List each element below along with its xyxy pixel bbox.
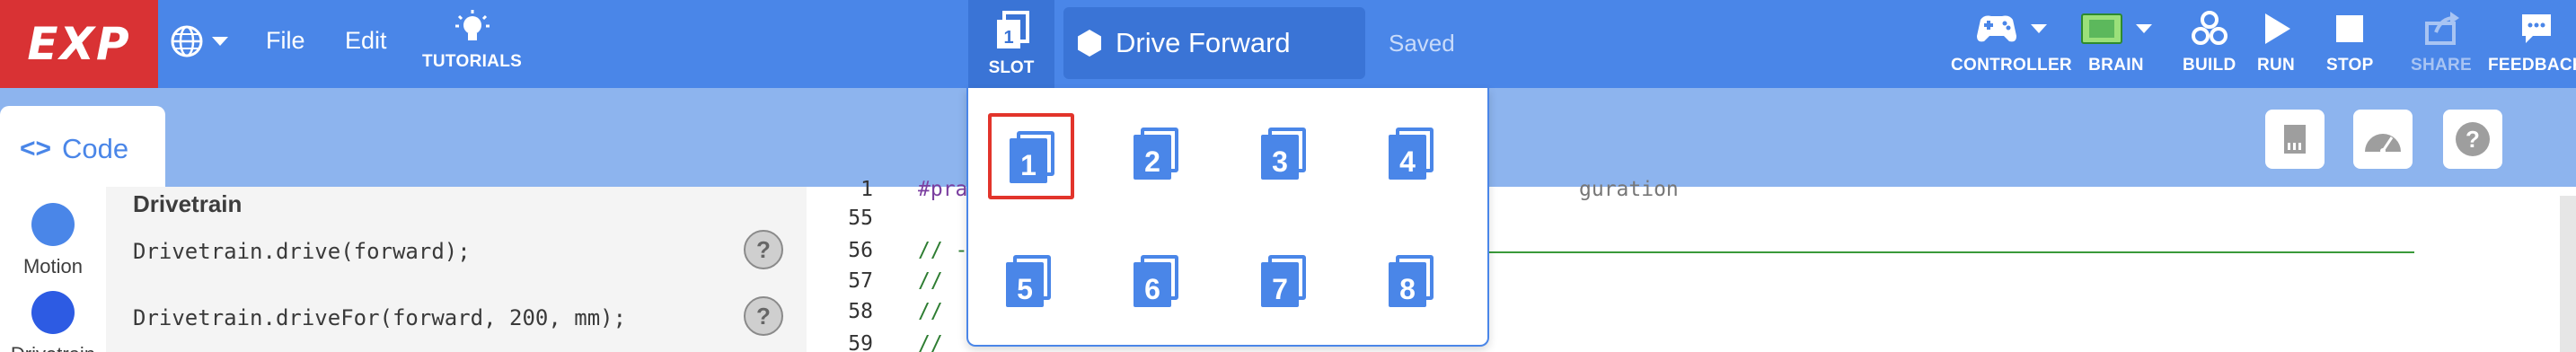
edit-menu[interactable]: Edit bbox=[345, 27, 387, 55]
block-palette: Drivetrain Drivetrain.drive(forward); ? … bbox=[106, 187, 807, 352]
category-dot bbox=[31, 291, 75, 334]
slot-number: 2 bbox=[1134, 135, 1171, 180]
project-name-field[interactable]: Drive Forward bbox=[1063, 7, 1365, 79]
slot-number: 4 bbox=[1389, 135, 1426, 180]
snippet-help-icon[interactable]: ? bbox=[744, 230, 783, 269]
tab-code-label: Code bbox=[62, 133, 129, 164]
stop-label: STOP bbox=[2326, 56, 2374, 75]
comment-rule bbox=[1489, 251, 2414, 253]
lightbulb-icon bbox=[454, 10, 490, 40]
feedback-label: FEEDBACK bbox=[2488, 56, 2576, 75]
hexagon-icon bbox=[1078, 30, 1101, 57]
slot-number: 6 bbox=[1134, 262, 1171, 307]
line-number: 55 bbox=[848, 207, 873, 230]
slot-3[interactable]: 3 bbox=[1243, 113, 1329, 199]
app-window: EXP File Edit TUTORIALS 1 SLOT Drive For… bbox=[0, 0, 2576, 352]
code-line: #pra bbox=[918, 178, 968, 201]
slot-number: 1 bbox=[1010, 138, 1047, 183]
code-snippet[interactable]: Drivetrain.driveFor(forward, 200, mm); bbox=[133, 305, 626, 330]
help-icon-symbol: ? bbox=[2466, 126, 2480, 153]
brain-label: BRAIN bbox=[2088, 56, 2144, 75]
code-line: // bbox=[918, 269, 943, 293]
slot-label: SLOT bbox=[988, 58, 1035, 77]
help-symbol: ? bbox=[756, 235, 771, 263]
category-drivetrain[interactable]: Drivetrain bbox=[0, 291, 106, 352]
palette-header: Drivetrain bbox=[133, 190, 243, 217]
play-icon bbox=[2265, 13, 2290, 44]
help-button[interactable]: ? bbox=[2443, 110, 2502, 169]
share-button[interactable]: SHARE bbox=[2411, 9, 2472, 75]
stop-icon bbox=[2336, 15, 2364, 42]
slot-button[interactable]: 1 SLOT bbox=[968, 0, 1054, 88]
port-icon bbox=[2284, 125, 2306, 154]
help-symbol: ? bbox=[756, 302, 771, 330]
run-label: RUN bbox=[2256, 56, 2296, 75]
file-menu[interactable]: File bbox=[266, 27, 305, 55]
line-number: 58 bbox=[848, 300, 873, 323]
share-label: SHARE bbox=[2411, 56, 2473, 75]
slot-8[interactable]: 8 bbox=[1371, 241, 1457, 327]
globe-icon bbox=[171, 25, 203, 57]
build-icon bbox=[2191, 11, 2228, 45]
tutorials-label: TUTORIALS bbox=[422, 52, 523, 71]
slot-number: 7 bbox=[1261, 262, 1299, 307]
brain-icon bbox=[2081, 13, 2122, 44]
run-button[interactable]: RUN bbox=[2256, 9, 2296, 75]
build-label: BUILD bbox=[2183, 56, 2236, 75]
build-button[interactable]: BUILD bbox=[2183, 9, 2236, 75]
slot-5[interactable]: 5 bbox=[988, 241, 1074, 327]
category-list: Motion Drivetrain bbox=[0, 187, 106, 352]
line-number: 56 bbox=[848, 239, 873, 262]
line-number: 59 bbox=[848, 332, 873, 352]
project-name: Drive Forward bbox=[1116, 27, 1291, 58]
category-motion[interactable]: Motion bbox=[0, 203, 106, 278]
slot-number: 3 bbox=[1261, 135, 1299, 180]
controller-label: CONTROLLER bbox=[1951, 56, 2072, 75]
controller-icon bbox=[1977, 15, 2017, 42]
snippet-help-icon[interactable]: ? bbox=[744, 296, 783, 336]
devices-button[interactable] bbox=[2265, 110, 2325, 169]
controller-chevron-down-icon bbox=[2031, 24, 2048, 33]
brain-button[interactable]: BRAIN bbox=[2080, 9, 2152, 75]
share-icon bbox=[2425, 12, 2459, 45]
slot-icon: 1 bbox=[997, 11, 1029, 48]
tab-code[interactable]: <> Code bbox=[0, 106, 165, 192]
line-number: 57 bbox=[848, 269, 873, 293]
top-toolbar: EXP File Edit TUTORIALS 1 SLOT Drive For… bbox=[0, 0, 2576, 88]
slot-1[interactable]: 1 bbox=[988, 113, 1074, 199]
slot-6[interactable]: 6 bbox=[1116, 241, 1202, 327]
slot-dropdown: 1 2 3 4 5 6 7 8 bbox=[966, 88, 1489, 347]
slot-7[interactable]: 7 bbox=[1243, 241, 1329, 327]
category-label: Drivetrain bbox=[11, 343, 95, 352]
code-snippet[interactable]: Drivetrain.drive(forward); bbox=[133, 239, 471, 264]
code-icon: <> bbox=[20, 134, 52, 163]
slot-2[interactable]: 2 bbox=[1116, 113, 1202, 199]
logo-text: EXP bbox=[27, 18, 131, 70]
category-label: Motion bbox=[22, 255, 84, 277]
help-icon: ? bbox=[2456, 122, 2490, 156]
save-status: Saved bbox=[1389, 30, 1455, 57]
chevron-down-icon bbox=[212, 37, 228, 46]
exp-logo[interactable]: EXP bbox=[0, 0, 158, 88]
line-number: 1 bbox=[860, 178, 873, 201]
code-line: // - bbox=[918, 239, 968, 262]
brain-chevron-down-icon bbox=[2136, 24, 2152, 33]
stop-button[interactable]: STOP bbox=[2326, 9, 2374, 75]
language-menu[interactable] bbox=[169, 23, 228, 59]
slot-icon-number: 1 bbox=[1003, 28, 1013, 48]
slot-4[interactable]: 4 bbox=[1371, 113, 1457, 199]
slot-number: 8 bbox=[1389, 262, 1426, 307]
controller-button[interactable]: CONTROLLER bbox=[1951, 9, 2072, 75]
editor-scrollbar[interactable] bbox=[2560, 196, 2576, 352]
code-line-fragment: guration bbox=[1579, 178, 1679, 201]
gauge-icon bbox=[2365, 134, 2401, 154]
tutorials-button[interactable]: TUTORIALS bbox=[422, 9, 522, 72]
feedback-button[interactable]: FEEDBACK bbox=[2488, 9, 2576, 75]
category-dot bbox=[31, 203, 75, 246]
feedback-icon bbox=[2521, 14, 2551, 43]
code-line: // bbox=[918, 300, 943, 323]
slot-number: 5 bbox=[1006, 262, 1044, 307]
dashboard-button[interactable] bbox=[2353, 110, 2413, 169]
code-line: // bbox=[918, 332, 943, 352]
